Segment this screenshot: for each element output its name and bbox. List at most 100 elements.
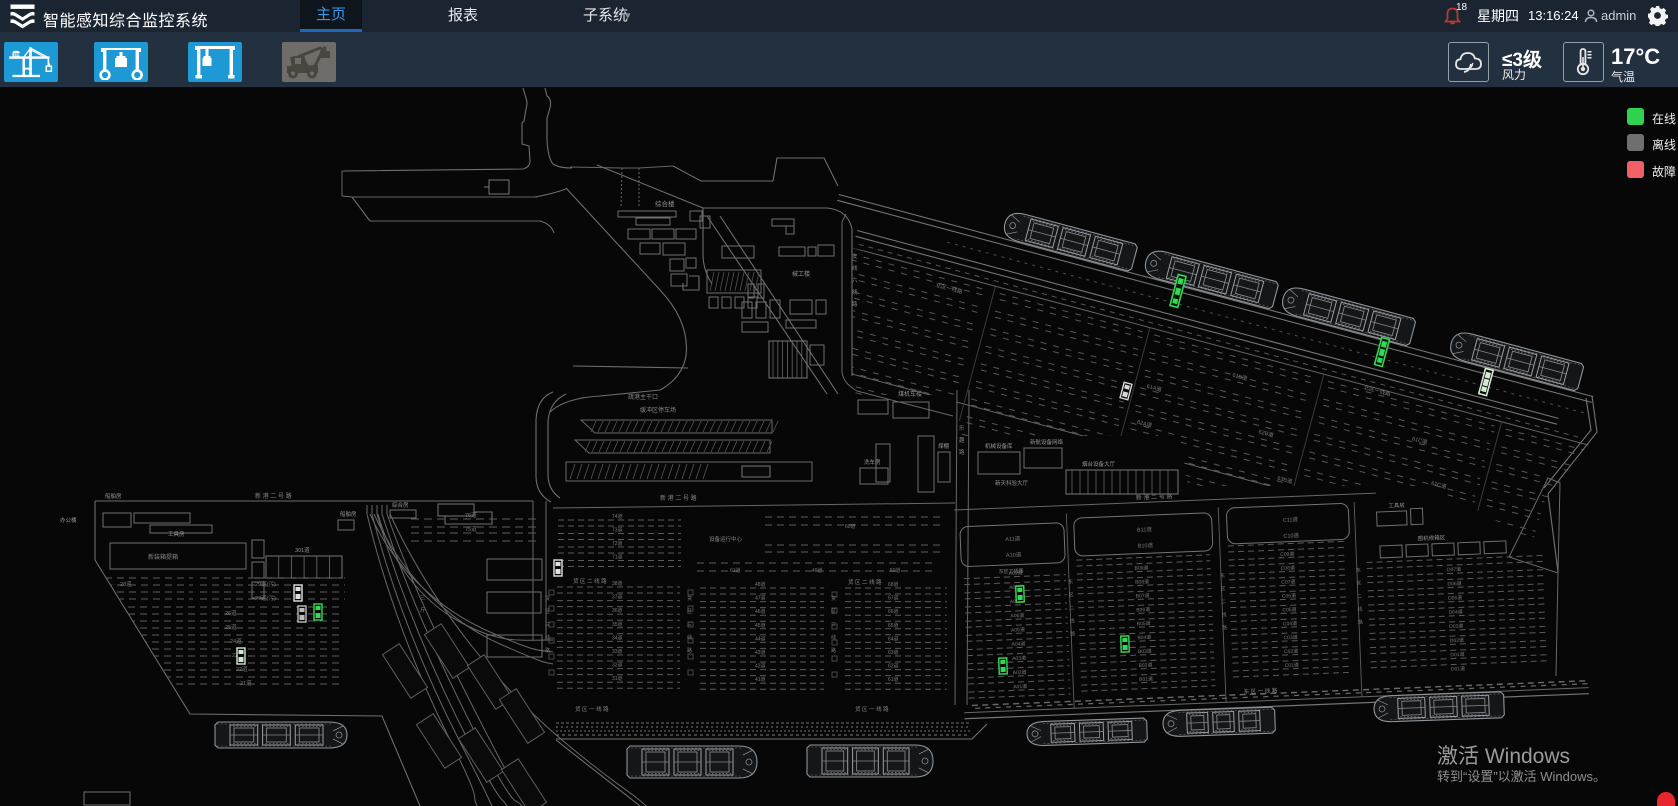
- svg-text:74道: 74道: [612, 513, 623, 520]
- svg-text:C08道: C08道: [1281, 564, 1295, 572]
- svg-text:烟台设备大厅: 烟台设备大厅: [1082, 460, 1116, 468]
- svg-text:301道: 301道: [295, 546, 310, 554]
- svg-text:37道: 37道: [612, 594, 623, 601]
- svg-text:区: 区: [545, 609, 550, 615]
- svg-text:斤: 斤: [420, 606, 426, 614]
- svg-text:东: 东: [1356, 567, 1361, 574]
- svg-text:货: 货: [831, 595, 836, 602]
- svg-text:路: 路: [852, 300, 858, 308]
- svg-text:A06道: A06道: [1010, 612, 1024, 620]
- svg-text:区: 区: [1356, 581, 1361, 587]
- svg-text:二: 二: [1069, 605, 1074, 611]
- svg-text:B05道: B05道: [1137, 620, 1151, 628]
- svg-text:综合楼: 综合楼: [655, 199, 675, 208]
- svg-text:新 港 二 号 路: 新 港 二 号 路: [660, 494, 697, 502]
- svg-text:21道: 21道: [240, 679, 252, 687]
- svg-text:疏港主干口: 疏港主干口: [628, 393, 658, 401]
- svg-text:A02道: A02道: [1013, 669, 1027, 677]
- svg-text:C04道: C04道: [1283, 620, 1297, 628]
- svg-text:28道: 28道: [120, 580, 132, 588]
- svg-text:60道: 60道: [845, 523, 856, 530]
- svg-text:东区三线路: 东区三线路: [998, 567, 1023, 575]
- svg-text:办公楼: 办公楼: [60, 516, 77, 524]
- svg-text:缓冲区停车场: 缓冲区停车场: [640, 406, 676, 414]
- svg-text:区: 区: [831, 609, 836, 615]
- svg-text:新装箱提箱: 新装箱提箱: [148, 553, 178, 561]
- svg-text:A04道: A04道: [1011, 640, 1025, 648]
- svg-text:煤棚: 煤棚: [938, 442, 950, 450]
- svg-text:货 区 二 线 路: 货 区 二 线 路: [573, 577, 607, 585]
- svg-text:75道: 75道: [465, 525, 477, 533]
- svg-text:71道: 71道: [612, 554, 623, 561]
- svg-text:B02道: B02道: [1138, 661, 1152, 669]
- svg-text:46道: 46道: [755, 608, 766, 615]
- svg-text:三: 三: [831, 622, 836, 628]
- svg-text:D03道: D03道: [1449, 622, 1463, 630]
- svg-text:东: 东: [1220, 572, 1225, 579]
- svg-text:66道: 66道: [888, 608, 899, 615]
- svg-text:36道: 36道: [612, 607, 623, 614]
- svg-text:六: 六: [852, 276, 858, 284]
- svg-text:D07道: D07道: [1447, 566, 1461, 574]
- svg-text:22道: 22道: [236, 665, 248, 673]
- svg-text:B06道: B06道: [1136, 606, 1150, 614]
- svg-text:货: 货: [545, 595, 550, 602]
- svg-text:C06道: C06道: [1282, 592, 1296, 600]
- svg-text:B07道: B07道: [1136, 592, 1150, 600]
- svg-text:68道: 68道: [888, 581, 899, 588]
- svg-text:C02道: C02道: [1284, 648, 1298, 656]
- svg-text:线: 线: [1221, 611, 1226, 618]
- svg-text:区: 区: [1069, 592, 1074, 598]
- svg-text:64道: 64道: [888, 635, 899, 642]
- svg-text:路: 路: [1070, 630, 1075, 637]
- svg-text:区: 区: [1220, 586, 1225, 592]
- svg-text:新天科验大厅: 新天科验大厅: [995, 479, 1029, 487]
- svg-text:32道: 32道: [612, 662, 623, 669]
- svg-text:货 区 一 线 路: 货 区 一 线 路: [855, 705, 889, 713]
- svg-text:B08道: B08道: [1135, 578, 1149, 586]
- svg-text:二: 二: [1221, 599, 1226, 605]
- svg-text:34道: 34道: [612, 634, 623, 641]
- svg-text:76道: 76道: [465, 511, 477, 519]
- svg-text:路: 路: [1358, 619, 1363, 626]
- svg-text:线: 线: [852, 264, 858, 272]
- svg-text:49道: 49道: [812, 567, 823, 574]
- svg-text:45道: 45道: [755, 622, 766, 629]
- svg-text:路: 路: [687, 647, 692, 654]
- svg-text:路: 路: [831, 647, 836, 654]
- svg-text:A01道: A01道: [1013, 683, 1027, 691]
- svg-text:31道: 31道: [612, 675, 623, 682]
- svg-text:B03道: B03道: [1138, 648, 1152, 656]
- svg-text:63道: 63道: [888, 649, 899, 656]
- svg-text:区: 区: [687, 609, 692, 615]
- svg-text:路: 路: [1222, 624, 1227, 631]
- svg-text:72道: 72道: [612, 540, 623, 547]
- svg-text:65道: 65道: [888, 622, 899, 629]
- svg-text:三: 三: [545, 622, 550, 628]
- svg-text:路: 路: [959, 448, 965, 456]
- svg-text:25道: 25道: [225, 623, 237, 631]
- svg-text:26道: 26道: [225, 609, 237, 617]
- svg-text:44道: 44道: [755, 635, 766, 642]
- svg-text:27道(污): 27道(污): [255, 594, 276, 602]
- svg-text:工具房: 工具房: [168, 530, 185, 538]
- svg-text:A03道: A03道: [1012, 654, 1026, 662]
- svg-text:73道: 73道: [612, 527, 623, 534]
- svg-text:线: 线: [1070, 617, 1075, 624]
- svg-text:支: 支: [852, 252, 858, 260]
- svg-text:新航设备网络: 新航设备网络: [1030, 438, 1064, 446]
- svg-text:B09道: B09道: [1134, 564, 1148, 572]
- svg-text:A05道: A05道: [1011, 626, 1025, 634]
- svg-text:货 区 一 线 路: 货 区 一 线 路: [575, 705, 609, 713]
- svg-text:船舶房: 船舶房: [105, 492, 122, 500]
- svg-text:67道: 67道: [888, 595, 899, 602]
- svg-text:东: 东: [1068, 578, 1073, 585]
- svg-text:C07道: C07道: [1281, 578, 1295, 586]
- svg-text:线: 线: [831, 634, 836, 641]
- svg-text:煤机车楼: 煤机车楼: [898, 390, 922, 398]
- svg-text:三: 三: [420, 595, 426, 602]
- svg-text:C03道: C03道: [1283, 634, 1297, 642]
- svg-text:24道: 24道: [230, 637, 242, 645]
- svg-text:61道: 61道: [730, 567, 741, 574]
- svg-text:乐: 乐: [959, 425, 965, 432]
